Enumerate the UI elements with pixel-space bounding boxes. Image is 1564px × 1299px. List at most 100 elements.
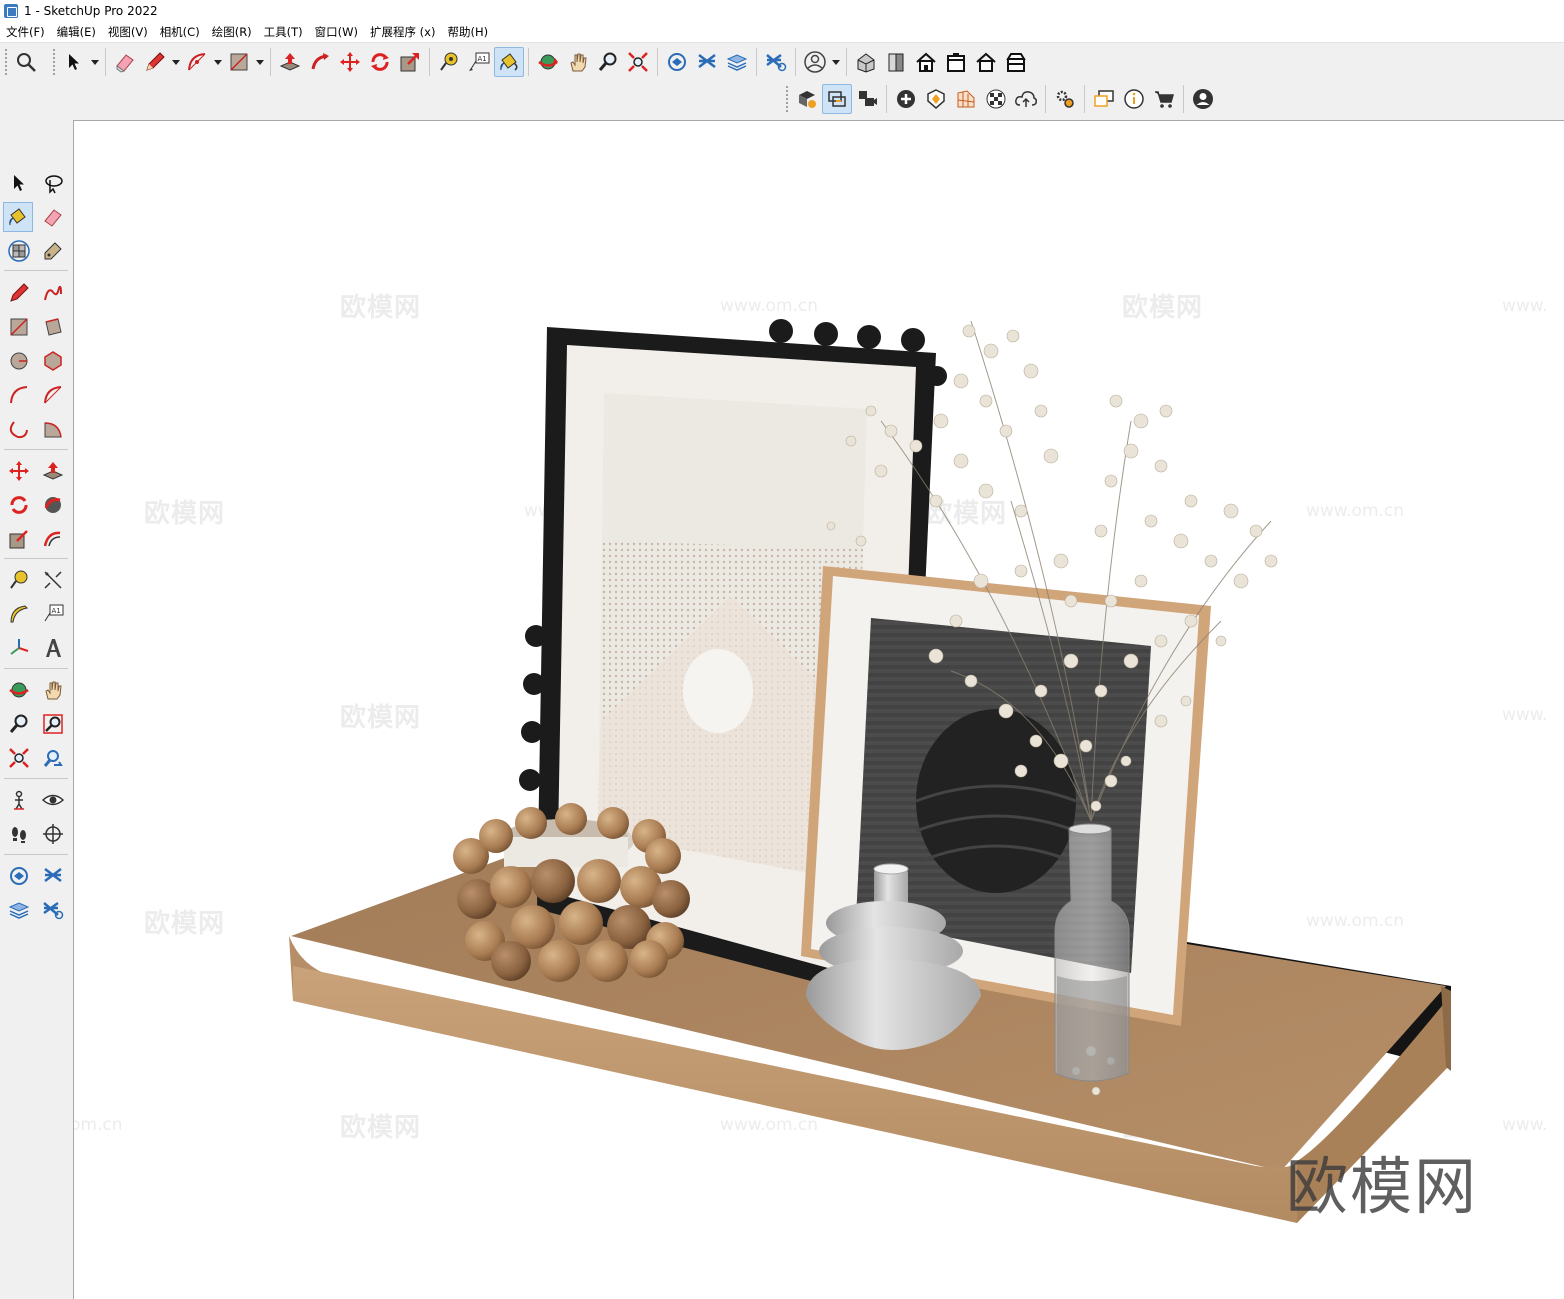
- pan-button[interactable]: [563, 47, 593, 77]
- menu-view[interactable]: 视图(V): [108, 24, 148, 40]
- previous-view-tool[interactable]: [38, 743, 68, 773]
- view-left-button[interactable]: [1001, 47, 1031, 77]
- extension-manager-tool[interactable]: [38, 895, 68, 925]
- paint-bucket-button[interactable]: [494, 47, 524, 77]
- menu-draw[interactable]: 绘图(R): [212, 24, 252, 40]
- select-tool[interactable]: [4, 168, 34, 198]
- view-top-button[interactable]: [881, 47, 911, 77]
- arc-button[interactable]: [182, 47, 212, 77]
- tape-measure-button[interactable]: [434, 47, 464, 77]
- extension-warehouse-tool[interactable]: [38, 861, 68, 891]
- solid-tools-button[interactable]: [921, 84, 951, 114]
- rotate-button[interactable]: [365, 47, 395, 77]
- menu-window[interactable]: 窗口(W): [315, 24, 358, 40]
- toolbar-grip[interactable]: [4, 48, 8, 76]
- polygon-tool[interactable]: [38, 346, 68, 376]
- three-point-arc-tool[interactable]: [4, 414, 34, 444]
- rotated-rectangle-tool[interactable]: [38, 312, 68, 342]
- cloud-upload-button[interactable]: [1011, 84, 1041, 114]
- model-info-button[interactable]: [792, 84, 822, 114]
- rectangle-dropdown[interactable]: [254, 47, 266, 77]
- sync-button[interactable]: [822, 84, 852, 114]
- arc-dropdown[interactable]: [212, 47, 224, 77]
- walk-tool[interactable]: [4, 819, 34, 849]
- make-component-tool[interactable]: [4, 236, 34, 266]
- view-back-button[interactable]: [971, 47, 1001, 77]
- extension-warehouse-button[interactable]: [692, 47, 722, 77]
- search-button[interactable]: [11, 47, 41, 77]
- pencil-dropdown[interactable]: [170, 47, 182, 77]
- toolbar-grip[interactable]: [52, 48, 56, 76]
- section-plane-tool[interactable]: [38, 819, 68, 849]
- menu-help[interactable]: 帮助(H): [447, 24, 488, 40]
- tape-measure-tool[interactable]: [4, 565, 34, 595]
- two-point-arc-tool[interactable]: [38, 380, 68, 410]
- profile-button[interactable]: [1188, 84, 1218, 114]
- rotate-tool[interactable]: [4, 490, 34, 520]
- push-pull-tool[interactable]: [38, 456, 68, 486]
- account-dropdown[interactable]: [830, 47, 842, 77]
- pie-tool[interactable]: [38, 414, 68, 444]
- menu-file[interactable]: 文件(F): [6, 24, 45, 40]
- eraser-tool[interactable]: [38, 202, 68, 232]
- axes-tool[interactable]: [4, 633, 34, 663]
- view-front-button[interactable]: [911, 47, 941, 77]
- shelf-decor-model[interactable]: [74, 121, 1564, 1299]
- menu-extensions[interactable]: 扩展程序 (x): [370, 24, 435, 40]
- account-button[interactable]: [800, 47, 830, 77]
- info-button[interactable]: [1119, 84, 1149, 114]
- orbit-tool[interactable]: [4, 675, 34, 705]
- rectangle-button[interactable]: [224, 47, 254, 77]
- follow-me-tool[interactable]: [38, 490, 68, 520]
- 3d-warehouse-button[interactable]: [662, 47, 692, 77]
- pan-tool[interactable]: [38, 675, 68, 705]
- move-tool[interactable]: [4, 456, 34, 486]
- text-tool[interactable]: A1: [38, 599, 68, 629]
- offset-tool[interactable]: [38, 524, 68, 554]
- cart-button[interactable]: [1149, 84, 1179, 114]
- zoom-extents-tool[interactable]: [4, 743, 34, 773]
- menu-tools[interactable]: 工具(T): [264, 24, 303, 40]
- 3d-text-tool[interactable]: [38, 633, 68, 663]
- materials-button[interactable]: [981, 84, 1011, 114]
- messages-button[interactable]: [1089, 84, 1119, 114]
- pencil-button[interactable]: [140, 47, 170, 77]
- arc-tool[interactable]: [4, 380, 34, 410]
- scale-tool[interactable]: [4, 524, 34, 554]
- zoom-tool[interactable]: [4, 709, 34, 739]
- toolbar-grip[interactable]: [785, 85, 789, 113]
- lasso-tool[interactable]: [38, 168, 68, 198]
- freehand-tool[interactable]: [38, 278, 68, 308]
- select-dropdown[interactable]: [89, 47, 101, 77]
- zoom-extents-button[interactable]: [623, 47, 653, 77]
- select-tool-button[interactable]: [59, 47, 89, 77]
- line-tool[interactable]: [4, 278, 34, 308]
- look-around-tool[interactable]: [38, 785, 68, 815]
- dimension-tool[interactable]: [38, 565, 68, 595]
- orbit-button[interactable]: [533, 47, 563, 77]
- position-camera-tool[interactable]: [4, 785, 34, 815]
- scale-button[interactable]: [395, 47, 425, 77]
- view-right-button[interactable]: [941, 47, 971, 77]
- add-button[interactable]: [891, 84, 921, 114]
- extension-manager-button[interactable]: [761, 47, 791, 77]
- layout-tool[interactable]: [4, 895, 34, 925]
- settings-button[interactable]: [1050, 84, 1080, 114]
- push-pull-button[interactable]: [275, 47, 305, 77]
- text-tool-button[interactable]: A1: [464, 47, 494, 77]
- zoom-button[interactable]: [593, 47, 623, 77]
- protractor-tool[interactable]: [4, 599, 34, 629]
- menu-edit[interactable]: 编辑(E): [57, 24, 96, 40]
- model-viewport[interactable]: 欧模网 www.om.cn 欧模网 www. 欧模网 www.om.cn 欧模网…: [73, 120, 1564, 1299]
- view-iso-button[interactable]: [851, 47, 881, 77]
- layout-send-button[interactable]: [722, 47, 752, 77]
- move-button[interactable]: [335, 47, 365, 77]
- zoom-window-tool[interactable]: [38, 709, 68, 739]
- tag-tool[interactable]: [38, 236, 68, 266]
- circle-tool[interactable]: [4, 346, 34, 376]
- follow-me-button[interactable]: [305, 47, 335, 77]
- sandbox-button[interactable]: [951, 84, 981, 114]
- rectangle-tool[interactable]: [4, 312, 34, 342]
- 3d-warehouse-tool[interactable]: [4, 861, 34, 891]
- scenes-button[interactable]: [852, 84, 882, 114]
